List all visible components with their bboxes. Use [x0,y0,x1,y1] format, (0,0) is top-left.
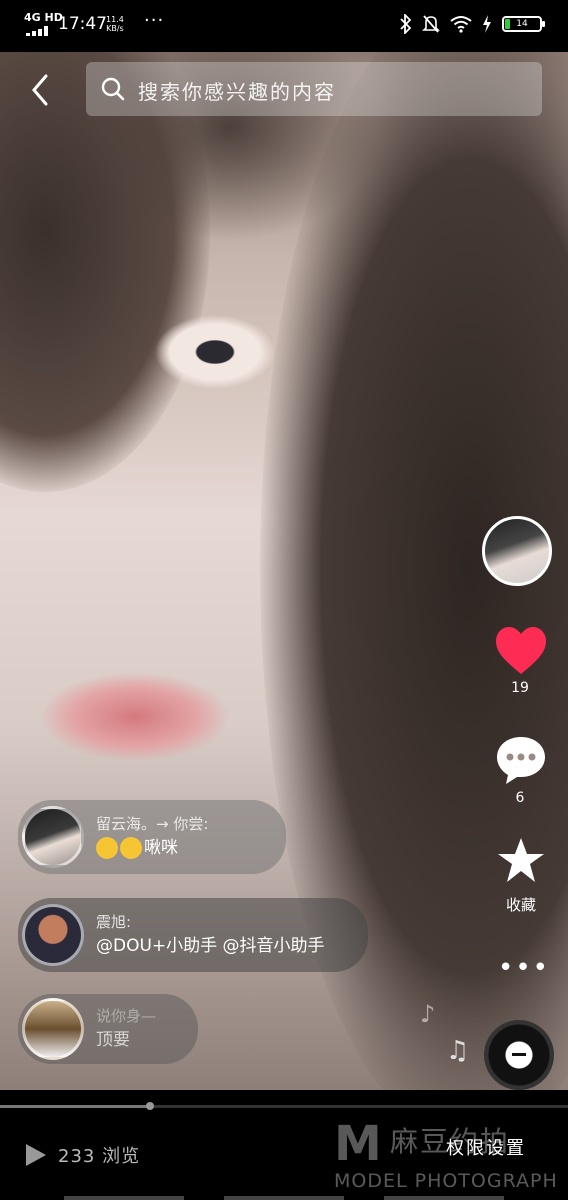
progress-knob[interactable] [146,1102,154,1110]
comment-count: 6 [515,790,525,806]
music-note-icon: ♫ [446,1036,470,1066]
battery-level: 14 [516,19,528,29]
speed-unit: KB/s [106,24,124,33]
nav-indicator [224,1196,344,1200]
commenter-avatar [22,806,84,868]
commenter-name: 说你身— [96,1007,157,1025]
clock: 17:47 [58,14,107,34]
permission-settings-button[interactable]: 权限设置 [446,1134,526,1160]
favorite-label[interactable]: 收藏 [486,894,556,915]
comment-bubble[interactable]: 留云海。→ 你尝: 啾咪 [18,800,286,874]
play-icon[interactable] [24,1142,48,1168]
status-icons: 14 [400,14,545,34]
commenter-avatar [22,998,84,1060]
watermark-en: MODEL PHOTOGRAPH [334,1170,558,1192]
signal-icon [26,26,48,36]
heart-icon[interactable] [494,626,548,676]
nav-indicator [64,1196,184,1200]
comment-text: @DOU+小助手 @抖音小助手 [96,936,325,956]
comment-icon[interactable] [494,734,548,786]
comment-bubble[interactable]: 震旭: @DOU+小助手 @抖音小助手 [18,898,368,972]
commenter-name: 留云海。→ 你尝: [96,815,209,833]
more-icon[interactable]: ••• [498,955,550,981]
comment-text: 啾咪 [144,838,178,858]
video-progress[interactable] [0,1102,568,1110]
back-arrow-icon[interactable] [26,72,54,108]
like-count: 19 [511,680,529,696]
search-placeholder: 搜索你感兴趣的内容 [138,80,336,104]
commenter-avatar [22,904,84,966]
disc-center [512,1053,526,1056]
author-avatar[interactable] [482,516,552,586]
commenter-name: 震旭: [96,913,132,931]
network-speed: 11.4 KB/s [106,15,124,33]
battery-icon: 14 [502,16,545,32]
charging-icon [483,15,491,33]
nav-indicator [384,1196,504,1200]
mute-bell-icon [422,15,440,33]
emoji-icon [96,837,118,859]
watermark-mark: M [334,1116,382,1172]
wifi-icon [450,16,472,33]
status-more: ··· [144,10,165,31]
comment-text: 顶要 [96,1030,130,1050]
music-note-icon: ♪ [420,1000,436,1028]
emoji-icon [120,837,142,859]
star-icon[interactable] [496,836,546,886]
speed-value: 11.4 [106,15,124,24]
status-bar: 4G HD 17:47 11.4 KB/s ··· 14 [0,0,568,52]
search-icon [101,77,125,101]
view-count: 233 浏览 [58,1146,141,1167]
comment-bubble[interactable]: 说你身— 顶要 [18,994,198,1064]
progress-fill [0,1105,150,1108]
bluetooth-icon [400,14,412,34]
search-bar[interactable]: 搜索你感兴趣的内容 [86,62,542,116]
